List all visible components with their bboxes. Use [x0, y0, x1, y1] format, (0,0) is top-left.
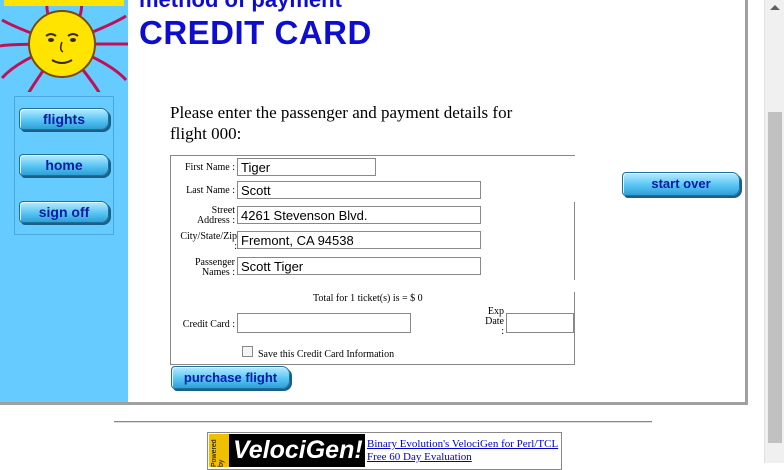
first-name-field[interactable]: Tiger: [237, 158, 376, 176]
form-border-right-lower: [574, 292, 575, 364]
velocigen-logo[interactable]: VelociGen!: [229, 434, 365, 467]
sign-off-button[interactable]: sign off: [19, 201, 109, 223]
page-title: CREDIT CARD: [139, 14, 372, 51]
scroll-up-arrow-icon[interactable]: [770, 5, 780, 10]
sun-logo-icon: [0, 0, 128, 92]
last-name-label: Last Name :: [186, 185, 235, 196]
flights-button[interactable]: flights: [19, 108, 109, 130]
evaluation-link[interactable]: Free 60 Day Evaluation: [367, 451, 472, 463]
passenger-names-field[interactable]: Scott Tiger: [237, 257, 481, 275]
credit-card-field[interactable]: [237, 313, 411, 333]
page-subtitle: method of payment: [139, 0, 342, 13]
passenger-label: Passenger Names :: [175, 258, 235, 278]
footer-divider: [114, 421, 652, 423]
exp-date-label-line3: :: [501, 326, 504, 337]
exp-date-field[interactable]: [506, 313, 574, 333]
vertical-scrollbar[interactable]: [764, 0, 784, 463]
street-label: Street Address :: [175, 206, 235, 226]
credit-card-label: Credit Card :: [182, 319, 235, 330]
payment-form: First Name : Tiger Last Name : Scott Str…: [170, 155, 575, 365]
last-name-field[interactable]: Scott: [237, 181, 481, 199]
save-card-label: Save this Credit Card Information: [258, 349, 395, 360]
first-name-label: First Name :: [185, 162, 235, 173]
exp-date-label: Exp Date :: [477, 307, 504, 337]
save-card-checkbox[interactable]: [242, 346, 253, 357]
velocigen-banner[interactable]: Powered by VelociGen! Binary Evolution's…: [207, 432, 562, 470]
total-text: Total for 1 ticket(s) is = $ 0: [313, 293, 423, 304]
page-frame: flights home sign off method of payment …: [0, 0, 748, 405]
home-button[interactable]: home: [19, 154, 109, 176]
form-border-right: [574, 202, 575, 280]
passenger-label-line2: Names :: [201, 267, 235, 278]
scrollbar-thumb[interactable]: [768, 112, 782, 443]
street-label-line2: Address :: [196, 215, 235, 226]
velocigen-link[interactable]: Binary Evolution's VelociGen for Perl/TC…: [367, 438, 558, 450]
purchase-flight-button[interactable]: purchase flight: [171, 366, 290, 389]
instructions-text: Please enter the passenger and payment d…: [170, 103, 513, 143]
city-label-line2: :: [234, 241, 237, 252]
powered-by-text: Powered by: [211, 439, 225, 467]
city-state-zip-field[interactable]: Fremont, CA 94538: [237, 231, 481, 249]
street-address-field[interactable]: 4261 Stevenson Blvd.: [237, 206, 481, 224]
start-over-button[interactable]: start over: [622, 172, 740, 196]
nav-box: flights home sign off: [14, 96, 114, 235]
city-label-line1: City/State/Zip: [180, 231, 237, 242]
city-label: City/State/Zip :: [173, 232, 237, 252]
exp-date-label-line2: Date: [485, 316, 504, 327]
powered-by-badge: Powered by: [209, 434, 229, 467]
sidebar: flights home sign off: [0, 0, 128, 402]
